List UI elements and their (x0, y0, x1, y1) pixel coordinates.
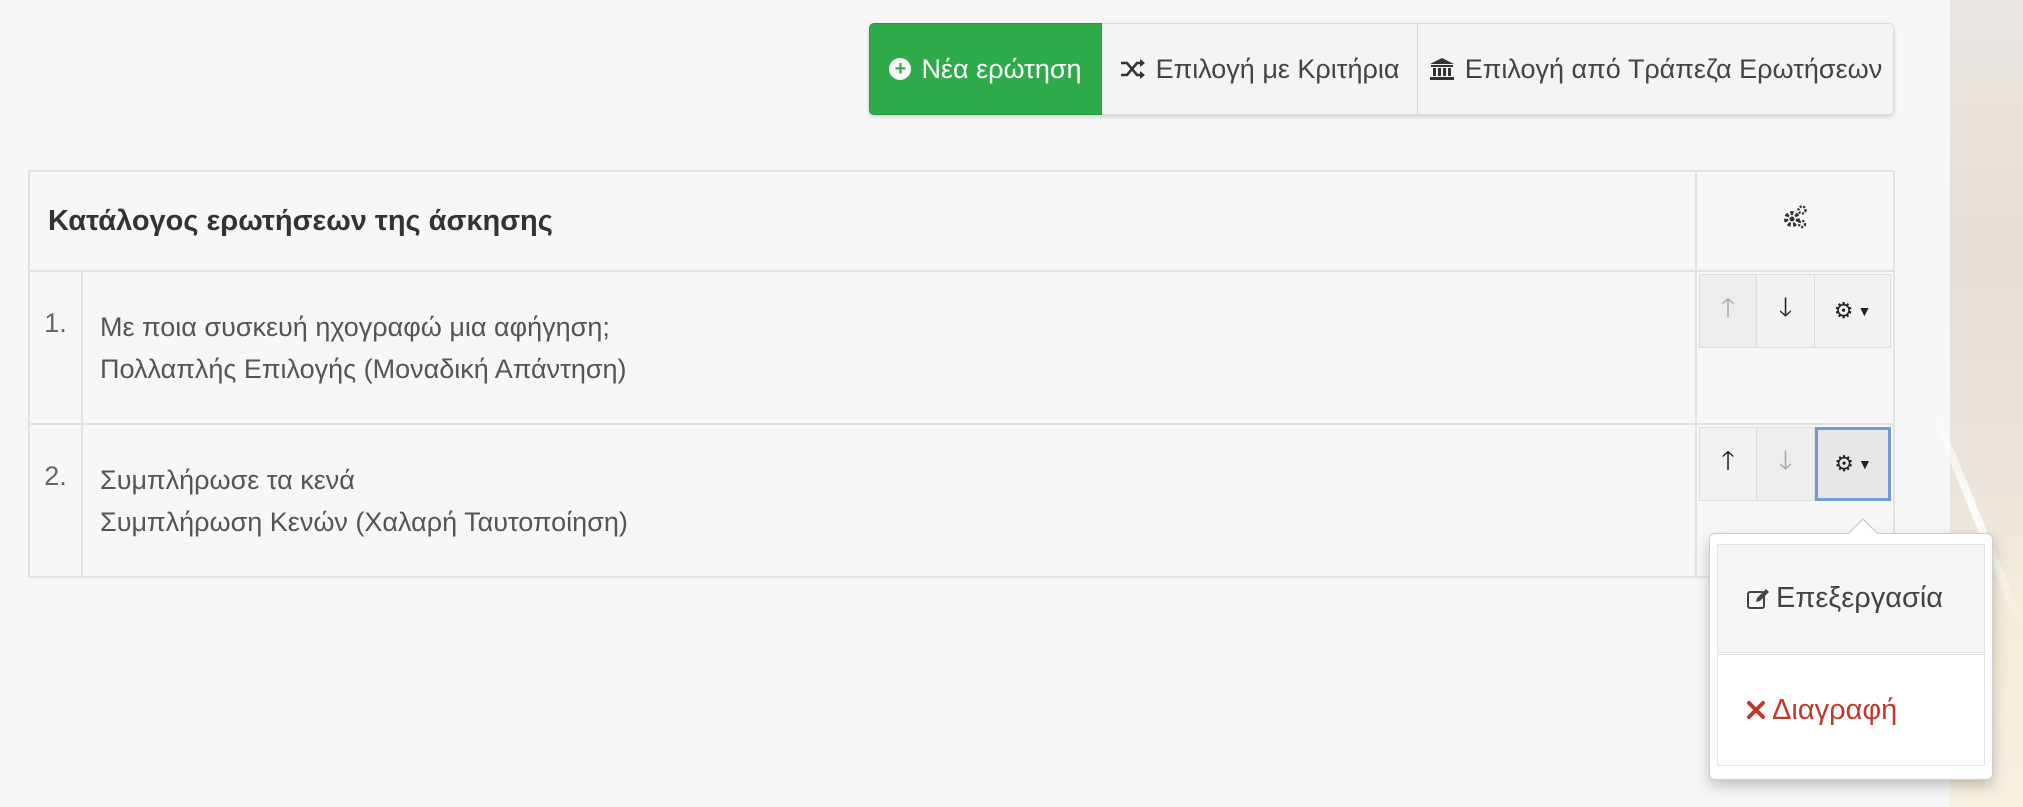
question-title: Με ποια συσκευή ηχογραφώ μια αφήγηση; (100, 312, 610, 342)
caret-down-icon: ▼ (1857, 303, 1872, 319)
settings-header (1695, 170, 1895, 272)
question-type: Συμπλήρωση Κενών (Χαλαρή Ταυτοποίηση) (100, 507, 628, 537)
arrow-up-icon: 🡑 (1721, 292, 1735, 322)
row-controls: 🡑 🡓 ⚙ ▼ (1699, 274, 1891, 348)
bank-icon (1429, 57, 1455, 81)
move-up-button[interactable]: 🡑 (1699, 274, 1757, 348)
plus-circle-icon: + (889, 58, 912, 80)
row-actions: 🡑 🡓 ⚙ ▼ (1695, 270, 1895, 425)
select-by-criteria-label: Επιλογή με Κριτήρια (1155, 53, 1400, 84)
move-down-button[interactable]: 🡓 (1757, 274, 1815, 348)
arrow-up-icon: 🡑 (1721, 445, 1735, 475)
move-up-button[interactable]: 🡑 (1699, 427, 1757, 501)
question-type: Πολλαπλής Επιλογής (Μοναδική Απάντηση) (100, 354, 627, 384)
row-settings-button[interactable]: ⚙ ▼ (1815, 427, 1891, 501)
table-header-row: Κατάλογος ερωτήσεων της άσκησης (28, 170, 1895, 272)
row-settings-button[interactable]: ⚙ ▼ (1815, 274, 1891, 348)
row-controls: 🡑 🡓 ⚙ ▼ (1699, 427, 1891, 501)
question-cell: Συμπλήρωσε τα κενά Συμπλήρωση Κενών (Χαλ… (81, 423, 1697, 578)
arrow-down-icon: 🡓 (1778, 292, 1793, 322)
shuffle-icon (1120, 58, 1146, 80)
table-row: 2. Συμπλήρωσε τα κενά Συμπλήρωση Κενών (… (28, 423, 1895, 578)
arrow-down-icon: 🡓 (1778, 445, 1793, 475)
new-question-label: Νέα ερώτηση (921, 53, 1082, 84)
table-header: Κατάλογος ερωτήσεων της άσκησης (28, 170, 1697, 272)
caret-down-icon: ▼ (1857, 456, 1872, 472)
question-title: Συμπλήρωσε τα κενά (100, 465, 355, 495)
table-row: 1. Με ποια συσκευή ηχογραφώ μια αφήγηση;… (28, 270, 1895, 425)
question-list-table: Κατάλογος ερωτήσεων της άσκησης 1. Με πο… (28, 170, 1895, 578)
select-from-bank-button[interactable]: Επιλογή από Τράπεζα Ερωτήσεων (1418, 23, 1894, 115)
edit-icon (1746, 587, 1770, 611)
edit-label: Επεξεργασία (1776, 582, 1944, 614)
new-question-button[interactable]: + Νέα ερώτηση (869, 23, 1102, 115)
gear-icon: ⚙ (1833, 298, 1854, 323)
dropdown-arrow (1849, 520, 1877, 534)
row-number: 1. (28, 270, 83, 425)
select-from-bank-label: Επιλογή από Τράπεζα Ερωτήσεων (1464, 53, 1883, 84)
delete-menu-item[interactable]: Διαγραφή (1717, 654, 1985, 766)
question-toolbar: + Νέα ερώτηση Επιλογή με Κριτήρια Επιλογ… (869, 23, 1894, 115)
edit-menu-item[interactable]: Επεξεργασία (1717, 544, 1985, 653)
delete-icon (1746, 700, 1766, 720)
select-by-criteria-button[interactable]: Επιλογή με Κριτήρια (1102, 23, 1418, 115)
row-number: 2. (28, 423, 83, 578)
cogs-icon (1781, 205, 1809, 238)
gear-icon: ⚙ (1834, 451, 1854, 476)
delete-label: Διαγραφή (1772, 693, 1898, 726)
row-settings-dropdown: Επεξεργασία Διαγραφή (1709, 518, 1993, 780)
question-cell: Με ποια συσκευή ηχογραφώ μια αφήγηση; Πο… (81, 270, 1697, 425)
move-down-button[interactable]: 🡓 (1757, 427, 1815, 501)
